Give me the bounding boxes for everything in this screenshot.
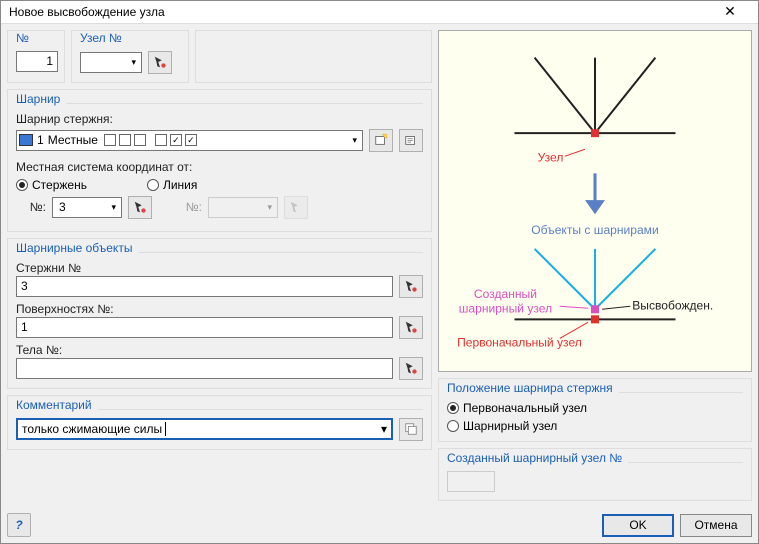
solids-label: Тела №: [16, 343, 423, 357]
created-node-input [447, 471, 495, 492]
ok-button[interactable]: OK [602, 514, 674, 537]
member-hinge-select[interactable]: 1 Местные ✓✓ ▾ [16, 130, 363, 151]
radio-line[interactable]: Линия [147, 178, 197, 192]
number-input[interactable] [16, 51, 58, 72]
diagram-preview: Узел Объекты с шарнирами Созданный шарни… [438, 30, 752, 372]
svg-text:Высвобожден.: Высвобожден. [632, 298, 713, 312]
chevron-down-icon: ▾ [128, 57, 139, 68]
svg-text:шарнирный узел: шарнирный узел [459, 301, 552, 315]
hinge-objects-group: Шарнирные объекты Стержни № Поверхностях… [7, 238, 432, 389]
pick-members-button[interactable] [399, 275, 423, 298]
close-icon[interactable]: ✕ [710, 3, 750, 20]
surfaces-input[interactable] [16, 317, 393, 338]
position-group: Положение шарнира стержня Первоначальный… [438, 378, 752, 442]
svg-text:Первоначальный узел: Первоначальный узел [457, 335, 582, 349]
comment-input[interactable]: только сжимающие силы ▾ [16, 418, 393, 440]
created-node-title: Созданный шарнирный узел № [447, 451, 628, 465]
empty-group [195, 30, 432, 83]
members-label: Стержни № [16, 261, 423, 275]
radio-member[interactable]: Стержень [16, 178, 87, 192]
chevron-down-icon: ▾ [381, 422, 387, 436]
color-swatch [19, 134, 33, 146]
new-hinge-button[interactable] [369, 129, 393, 152]
chevron-down-icon: ▾ [108, 202, 119, 213]
local-cs-label: Местная система координат от: [16, 160, 423, 174]
svg-text:Узел: Узел [538, 150, 564, 164]
position-title: Положение шарнира стержня [447, 381, 619, 395]
svg-text:Объекты с шарнирами: Объекты с шарнирами [531, 223, 658, 237]
members-input[interactable] [16, 276, 393, 297]
pick-solids-button[interactable] [399, 357, 423, 380]
svg-text:Созданный: Созданный [474, 287, 537, 301]
member-no-select[interactable]: 3▾ [52, 197, 122, 218]
member-hinge-label: Шарнир стержня: [16, 112, 423, 126]
node-number-label: Узел № [80, 31, 128, 45]
help-button[interactable]: ? [7, 513, 31, 537]
number-label: № [16, 31, 35, 45]
window-title: Новое высвобождение узла [9, 5, 710, 19]
title-bar: Новое высвобождение узла ✕ [1, 1, 758, 24]
number-group: № [7, 30, 65, 83]
comment-library-button[interactable] [399, 418, 423, 441]
footer: ? OK Отмена [1, 507, 758, 543]
hinge-title: Шарнир [16, 92, 66, 106]
surfaces-label: Поверхностях №: [16, 302, 423, 316]
comment-title: Комментарий [16, 398, 98, 412]
pick-line-button [284, 196, 308, 219]
pick-surfaces-button[interactable] [399, 316, 423, 339]
radio-original-node[interactable]: Первоначальный узел [447, 401, 587, 415]
edit-hinge-button[interactable] [399, 129, 423, 152]
pick-member-button[interactable] [128, 196, 152, 219]
line-no-select: ▾ [208, 197, 278, 218]
pick-node-button[interactable] [148, 51, 172, 74]
hinge-objects-title: Шарнирные объекты [16, 241, 138, 255]
node-number-select[interactable]: ▾ [80, 52, 142, 73]
hinge-flags: ✓✓ [104, 134, 197, 146]
cancel-button[interactable]: Отмена [680, 514, 752, 537]
hinge-group: Шарнир Шарнир стержня: 1 Местные ✓✓ ▾ [7, 89, 432, 232]
created-node-group: Созданный шарнирный узел № [438, 448, 752, 501]
comment-group: Комментарий только сжимающие силы ▾ [7, 395, 432, 450]
node-number-group: Узел № ▾ [71, 30, 189, 83]
solids-input[interactable] [16, 358, 393, 379]
chevron-down-icon: ▾ [349, 135, 360, 146]
radio-hinge-node[interactable]: Шарнирный узел [447, 419, 557, 433]
chevron-down-icon: ▾ [264, 202, 275, 213]
